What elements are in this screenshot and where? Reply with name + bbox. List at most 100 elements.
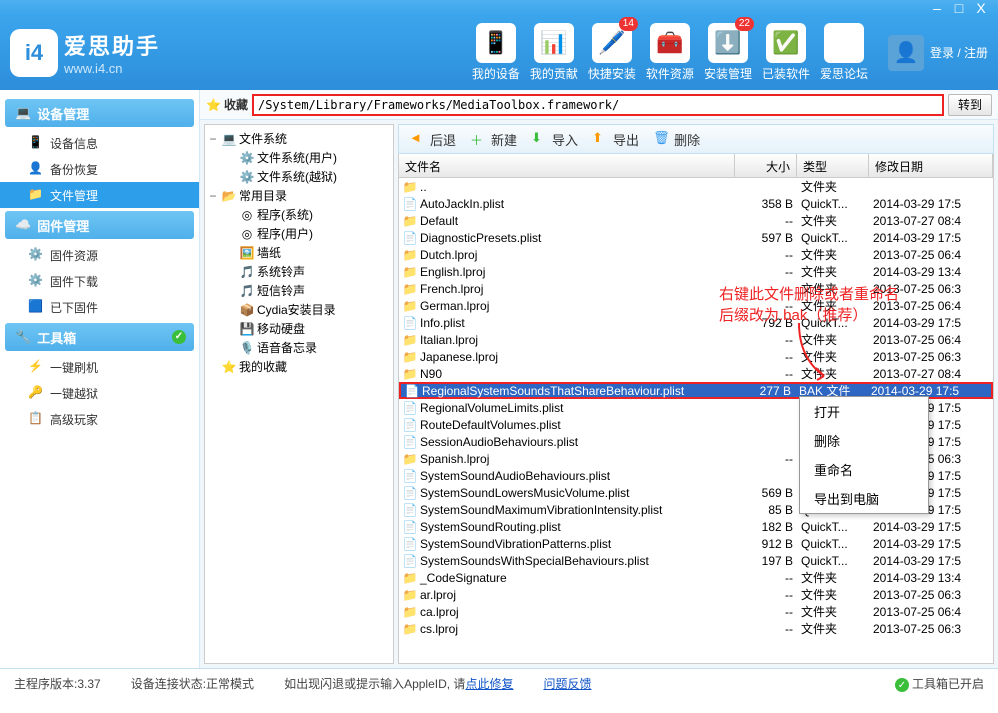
ctx-item[interactable]: 导出到电脑 xyxy=(800,484,928,513)
connection-text: 设备连接状态:正常模式 xyxy=(131,675,254,692)
file-pane: ◄后退 ＋新建 ⬇导入 ⬆导出 🗑删除 文件名 大小 类型 修改日期 📁..文件… xyxy=(398,124,994,664)
file-row[interactable]: 📁Default--文件夹2013-07-27 08:4 xyxy=(399,212,993,229)
file-icon: 📁 xyxy=(403,605,417,619)
col-type[interactable]: 类型 xyxy=(797,154,869,177)
file-row[interactable]: 📁Japanese.lproj--文件夹2013-07-25 06:3 xyxy=(399,348,993,365)
toolbox-status: ✓工具箱已开启 xyxy=(895,675,984,693)
path-input[interactable] xyxy=(254,96,942,114)
tree-node[interactable]: 🎵短信铃声 xyxy=(207,281,391,300)
tree-node[interactable]: 🎙️语音备忘录 xyxy=(207,338,391,357)
tree-toggle-icon[interactable]: − xyxy=(207,189,219,203)
maximize-button[interactable]: □ xyxy=(950,0,968,16)
tree-node[interactable]: ◎程序(用户) xyxy=(207,224,391,243)
sidebar-item-device-info[interactable]: 📱设备信息 xyxy=(0,130,199,156)
col-size[interactable]: 大小 xyxy=(735,154,797,177)
tree-node[interactable]: ⚙️文件系统(用户) xyxy=(207,148,391,167)
tree-icon: ⭐ xyxy=(221,360,237,374)
category-icon: 🔧 xyxy=(15,329,31,345)
back-button[interactable]: ◄后退 xyxy=(409,130,456,149)
file-list[interactable]: 📁..文件夹📄AutoJackIn.plist358 BQuickT...201… xyxy=(398,178,994,664)
avatar-icon[interactable]: 👤 xyxy=(888,35,924,71)
file-row[interactable]: 📁English.lproj--文件夹2014-03-29 13:4 xyxy=(399,263,993,280)
feedback-link[interactable]: 问题反馈 xyxy=(543,675,591,692)
tree-icon: ◎ xyxy=(239,208,255,222)
delete-button[interactable]: 🗑删除 xyxy=(653,130,700,149)
tree-node[interactable]: ⭐我的收藏 xyxy=(207,357,391,376)
close-button[interactable]: X xyxy=(972,0,990,16)
annotation-arrow-icon xyxy=(789,318,839,388)
header-btn-soft-resource[interactable]: 🧰软件资源 xyxy=(646,23,694,82)
ctx-item[interactable]: 打开 xyxy=(800,397,928,426)
file-row[interactable]: 📄SystemSoundRouting.plist182 BQuickT...2… xyxy=(399,518,993,535)
file-row[interactable]: 📁N90--文件夹2013-07-27 08:4 xyxy=(399,365,993,382)
tree-toggle-icon[interactable]: − xyxy=(207,132,219,146)
file-icon: 📄 xyxy=(403,418,417,432)
sidebar-category[interactable]: ☁️固件管理 xyxy=(5,211,194,239)
col-name[interactable]: 文件名 xyxy=(399,154,735,177)
file-row[interactable]: 📁French.lproj--文件夹2013-07-25 06:3 xyxy=(399,280,993,297)
sidebar-item-fw-download[interactable]: ⚙️固件下载 xyxy=(0,268,199,294)
header-btn-quick-install[interactable]: 🖊️快捷安装14 xyxy=(588,23,636,82)
titlebar: – □ X xyxy=(0,0,998,15)
tree-node[interactable]: 🖼️墙纸 xyxy=(207,243,391,262)
tree-node[interactable]: ◎程序(系统) xyxy=(207,205,391,224)
tree-node[interactable]: ⚙️文件系统(越狱) xyxy=(207,167,391,186)
tree-node[interactable]: 🎵系统铃声 xyxy=(207,262,391,281)
file-row[interactable]: 📁ar.lproj--文件夹2013-07-25 06:3 xyxy=(399,586,993,603)
sidebar-item-backup[interactable]: 👤备份恢复 xyxy=(0,156,199,182)
login-link[interactable]: 登录 / 注册 xyxy=(930,44,988,61)
my-device-icon: 📱 xyxy=(476,23,516,63)
fix-link[interactable]: 点此修复 xyxy=(465,677,513,691)
file-row[interactable]: 📄DiagnosticPresets.plist597 BQuickT...20… xyxy=(399,229,993,246)
file-row[interactable]: 📄SystemSoundVibrationPatterns.plist912 B… xyxy=(399,535,993,552)
file-row[interactable]: 📁cs.lproj--文件夹2013-07-25 06:3 xyxy=(399,620,993,637)
sidebar-item-fw-resource[interactable]: ⚙️固件资源 xyxy=(0,242,199,268)
col-date[interactable]: 修改日期 xyxy=(869,154,993,177)
new-button[interactable]: ＋新建 xyxy=(470,130,517,149)
sidebar-category[interactable]: 💻设备管理 xyxy=(5,99,194,127)
sidebar-item-advanced[interactable]: 📋高级玩家 xyxy=(0,406,199,432)
import-button[interactable]: ⬇导入 xyxy=(531,130,578,149)
tree-icon: ⚙️ xyxy=(239,151,255,165)
context-menu: 打开删除重命名导出到电脑 xyxy=(799,396,929,514)
check-icon: ✓ xyxy=(895,678,909,692)
file-row[interactable]: 📄AutoJackIn.plist358 BQuickT...2014-03-2… xyxy=(399,195,993,212)
folder-tree[interactable]: −💻文件系统⚙️文件系统(用户)⚙️文件系统(越狱)−📂常用目录◎程序(系统)◎… xyxy=(204,124,394,664)
tree-node[interactable]: 💾移动硬盘 xyxy=(207,319,391,338)
my-contrib-icon: 📊 xyxy=(534,23,574,63)
favorite-label[interactable]: ⭐ 收藏 xyxy=(206,96,248,113)
file-row[interactable]: 📁Dutch.lproj--文件夹2013-07-25 06:4 xyxy=(399,246,993,263)
file-row[interactable]: 📁Italian.lproj--文件夹2013-07-25 06:4 xyxy=(399,331,993,348)
file-row[interactable]: 📁_CodeSignature--文件夹2014-03-29 13:4 xyxy=(399,569,993,586)
sidebar-item-file-mgr[interactable]: 📁文件管理 xyxy=(0,182,199,208)
ctx-item[interactable]: 重命名 xyxy=(800,455,928,484)
sidebar-category[interactable]: 🔧工具箱✓ xyxy=(5,323,194,351)
header-btn-my-contrib[interactable]: 📊我的贡献 xyxy=(530,23,578,82)
sidebar-item-fw-local[interactable]: 🟦已下固件 xyxy=(0,294,199,320)
ctx-item[interactable]: 删除 xyxy=(800,426,928,455)
header-btn-install-mgr[interactable]: ⬇️安装管理22 xyxy=(704,23,752,82)
file-icon: 📁 xyxy=(403,367,417,381)
file-row[interactable]: 📄Info.plist792 BQuickT...2014-03-29 17:5 xyxy=(399,314,993,331)
logo: i4 爱思助手 www.i4.cn xyxy=(10,29,160,77)
header-btn-forum[interactable]: i4爱思论坛 xyxy=(820,23,868,82)
tree-node[interactable]: −📂常用目录 xyxy=(207,186,391,205)
badge: 22 xyxy=(735,17,754,31)
file-row[interactable]: 📁ca.lproj--文件夹2013-07-25 06:4 xyxy=(399,603,993,620)
file-row[interactable]: 📁..文件夹 xyxy=(399,178,993,195)
file-icon: 📄 xyxy=(403,503,417,517)
tree-node[interactable]: −💻文件系统 xyxy=(207,129,391,148)
header-btn-my-device[interactable]: 📱我的设备 xyxy=(472,23,520,82)
go-button[interactable]: 转到 xyxy=(948,94,992,116)
sidebar-item-jailbreak[interactable]: 🔑一键越狱 xyxy=(0,380,199,406)
app-url: www.i4.cn xyxy=(64,61,160,76)
minimize-button[interactable]: – xyxy=(928,0,946,16)
file-row[interactable]: 📁German.lproj--文件夹2013-07-25 06:4 xyxy=(399,297,993,314)
header-btn-installed[interactable]: ✅已装软件 xyxy=(762,23,810,82)
file-row[interactable]: 📄SystemSoundsWithSpecialBehaviours.plist… xyxy=(399,552,993,569)
tree-node[interactable]: 📦Cydia安装目录 xyxy=(207,300,391,319)
sidebar-item-flash[interactable]: ⚡一键刷机 xyxy=(0,354,199,380)
backup-icon: 👤 xyxy=(28,161,44,177)
export-button[interactable]: ⬆导出 xyxy=(592,130,639,149)
badge: 14 xyxy=(619,17,638,31)
